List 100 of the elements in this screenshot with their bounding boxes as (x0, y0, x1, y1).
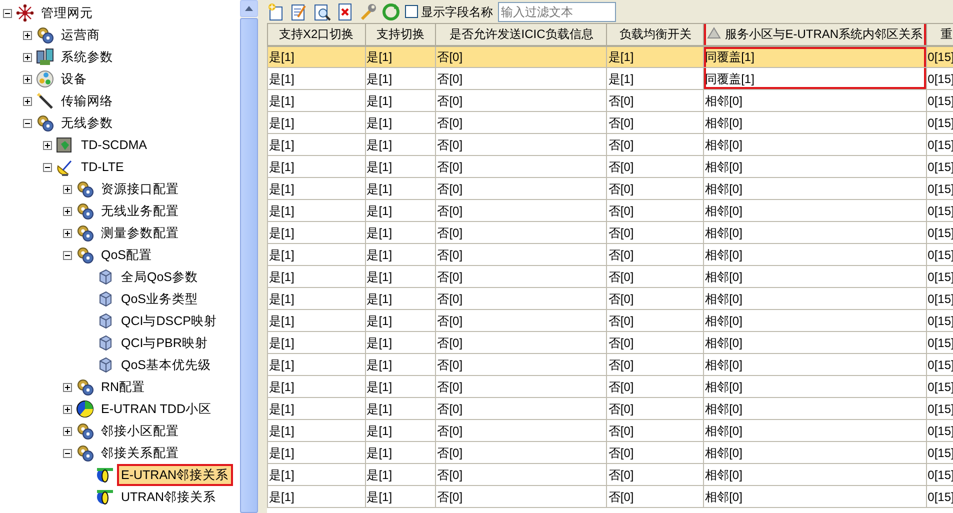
tree-item[interactable]: QCI与DSCP映射 (117, 310, 221, 332)
wrench-button[interactable] (359, 2, 377, 20)
table-cell: 是[1] (268, 134, 366, 156)
table-cell: 是[1] (268, 68, 366, 90)
expand-icon[interactable] (63, 404, 72, 414)
table-cell: 相邻[0] (704, 266, 926, 288)
table-cell: 是[1] (365, 178, 436, 200)
table-cell: 相邻[0] (704, 398, 926, 420)
collapse-icon[interactable] (23, 118, 32, 128)
table-cell: 同覆盖[1] (704, 68, 926, 90)
table-cell: 是[1] (268, 398, 366, 420)
table-cell: 是[1] (365, 288, 436, 310)
tree-item[interactable]: 无线业务配置 (97, 200, 183, 222)
table-cell: 否[0] (436, 46, 607, 68)
tree-item[interactable]: 全局QoS参数 (117, 266, 202, 288)
table-cell: 相邻[0] (704, 464, 926, 486)
tree-item[interactable]: QCI与PBR映射 (117, 332, 212, 354)
collapse-icon[interactable] (63, 250, 72, 260)
column-header[interactable]: 是否允许发送ICIC负载信息 (436, 24, 607, 46)
tree-item[interactable]: UTRAN邻接关系 (117, 486, 220, 508)
tree-item[interactable]: TD-LTE (77, 156, 128, 178)
tree-item[interactable]: RN配置 (97, 376, 150, 398)
table-cell: 否[0] (436, 156, 607, 178)
table-cell: 同覆盖[1] (704, 46, 926, 68)
table-cell: 相邻[0] (704, 244, 926, 266)
expand-icon[interactable] (23, 52, 32, 62)
table-cell: 是[1] (268, 486, 366, 508)
expand-icon[interactable] (23, 96, 32, 106)
table-cell: 是[1] (268, 420, 366, 442)
table-cell: 是[1] (365, 464, 436, 486)
table-cell: 是[1] (268, 178, 366, 200)
delete-button[interactable] (336, 2, 354, 20)
expand-icon[interactable] (63, 228, 72, 238)
tree-item[interactable]: 传输网络 (57, 90, 117, 112)
table-cell: 否[0] (436, 90, 607, 112)
table-cell: 是[1] (365, 244, 436, 266)
table-cell: 否[0] (436, 288, 607, 310)
table-cell: 相邻[0] (704, 222, 926, 244)
expand-icon[interactable] (63, 382, 72, 392)
tree-item[interactable]: 邻接关系配置 (97, 442, 183, 464)
refresh-button[interactable] (382, 2, 400, 20)
table-cell: 否[0] (436, 398, 607, 420)
table-cell: 相邻[0] (704, 332, 926, 354)
tree-item[interactable]: 设备 (57, 68, 91, 90)
column-header[interactable]: 重 (926, 24, 953, 46)
table-cell: 是[1] (365, 442, 436, 464)
filter-field[interactable]: 输入过滤文本 (498, 2, 616, 22)
table-cell: 是[1] (365, 486, 436, 508)
table-cell: 否[0] (606, 222, 704, 244)
edit-button[interactable] (290, 2, 308, 20)
expand-icon[interactable] (63, 426, 72, 436)
column-header[interactable]: 支持切换 (365, 24, 436, 46)
table-cell: 是[1] (268, 46, 366, 68)
tree-item[interactable]: QoS配置 (97, 244, 156, 266)
table-cell: 是[1] (268, 112, 366, 134)
column-header[interactable]: 服务小区与E-UTRAN系统内邻区关系 (704, 24, 926, 46)
table-cell: 否[0] (606, 244, 704, 266)
tree-item[interactable]: E-UTRAN TDD小区 (97, 398, 216, 420)
table-cell: 否[0] (606, 178, 704, 200)
tree-item[interactable]: E-UTRAN邻接关系 (117, 464, 233, 486)
tree-item[interactable]: QoS业务类型 (117, 288, 202, 310)
tree-item[interactable]: 无线参数 (57, 112, 117, 134)
tree-item[interactable]: 邻接小区配置 (97, 420, 183, 442)
table-cell: 是[1] (268, 200, 366, 222)
expand-icon[interactable] (43, 140, 52, 150)
add-button[interactable] (267, 2, 285, 20)
table-cell: 否[0] (436, 310, 607, 332)
collapse-icon[interactable] (63, 448, 72, 458)
search-button[interactable] (313, 2, 331, 20)
tree-item[interactable]: 管理网元 (37, 2, 97, 24)
table-cell: 相邻[0] (704, 112, 926, 134)
collapse-icon[interactable] (3, 8, 12, 18)
table-cell: 否[0] (606, 310, 704, 332)
expand-icon[interactable] (23, 74, 32, 84)
tree-item[interactable]: 测量参数配置 (97, 222, 183, 244)
tree-item[interactable]: QoS基本优先级 (117, 354, 216, 376)
table-cell: 是[1] (268, 464, 366, 486)
tree-item[interactable]: 系统参数 (57, 46, 117, 68)
expand-icon[interactable] (63, 206, 72, 216)
expand-icon[interactable] (23, 30, 32, 40)
tree-item[interactable]: 运营商 (57, 24, 104, 46)
column-header[interactable]: 支持X2口切换 (268, 24, 366, 46)
gears-icon (76, 444, 94, 462)
table-cell: 否[0] (436, 354, 607, 376)
table-cell: 否[0] (436, 332, 607, 354)
gears-icon (36, 114, 54, 132)
table-cell: 否[0] (436, 200, 607, 222)
checkbox-label[interactable]: 显示字段名称 (421, 2, 493, 20)
table-cell: 相邻[0] (704, 376, 926, 398)
scroll-up-button[interactable] (240, 0, 258, 17)
tree-item[interactable]: 资源接口配置 (97, 178, 183, 200)
tree-item[interactable]: TD-SCDMA (77, 134, 151, 156)
table-cell: 相邻[0] (704, 134, 926, 156)
pie-pair-icon (96, 488, 114, 506)
checkbox[interactable] (405, 5, 418, 18)
table-cell: 否[0] (606, 332, 704, 354)
device-icon (36, 70, 54, 88)
column-header[interactable]: 负载均衡开关 (606, 24, 704, 46)
expand-icon[interactable] (63, 184, 72, 194)
collapse-icon[interactable] (43, 162, 52, 172)
